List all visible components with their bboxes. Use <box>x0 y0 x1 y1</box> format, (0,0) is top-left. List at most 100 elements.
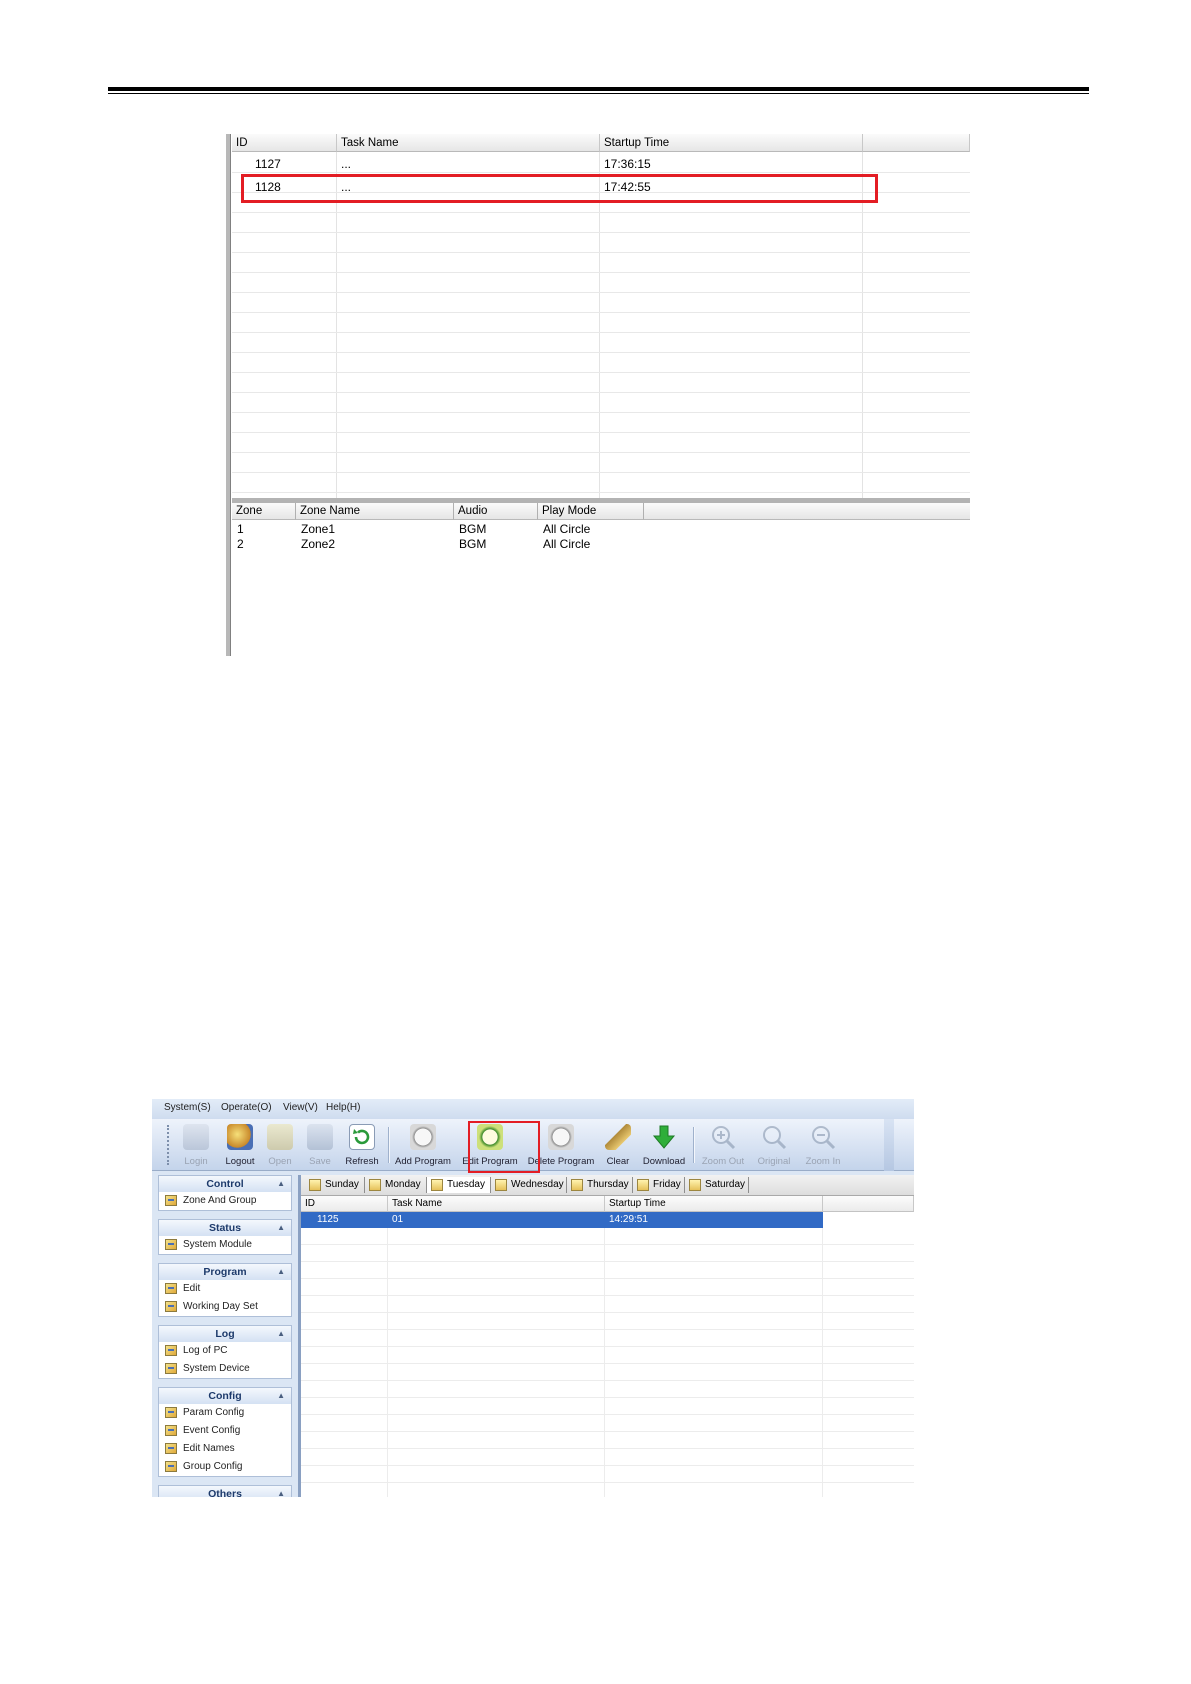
open-button[interactable]: Open <box>262 1121 298 1169</box>
item-icon <box>165 1407 177 1418</box>
menu-operate[interactable]: Operate(O) <box>221 1102 272 1113</box>
save-button[interactable]: Save <box>302 1121 338 1169</box>
column-header-audio[interactable]: Audio <box>454 503 538 520</box>
tab-friday[interactable]: Friday <box>633 1177 685 1193</box>
menu-system[interactable]: System(S) <box>164 1102 211 1113</box>
sidebar-group-title: Program <box>203 1266 247 1278</box>
sidebar-item-label: Group Config <box>183 1461 243 1472</box>
grid-row-line <box>232 332 970 333</box>
grid-row-line <box>301 1448 914 1449</box>
sidebar-group-header[interactable]: Config ▲ <box>159 1388 291 1404</box>
grid-row-line <box>232 312 970 313</box>
save-disk-icon <box>307 1124 333 1150</box>
sidebar-item-system-module[interactable]: System Module <box>159 1236 291 1254</box>
sidebar-item-edit-names[interactable]: Edit Names <box>159 1440 291 1458</box>
cell-play-mode: All Circle <box>543 522 591 536</box>
sidebar-item-label: System Module <box>183 1239 252 1250</box>
tab-tuesday[interactable]: Tuesday <box>427 1177 491 1193</box>
zoom-out-button[interactable]: Zoom Out <box>698 1121 748 1169</box>
toolbar-separator <box>388 1127 390 1163</box>
chevron-up-icon[interactable]: ▲ <box>277 1388 285 1404</box>
column-header-task-name[interactable]: Task Name <box>337 134 600 152</box>
download-button[interactable]: Download <box>640 1121 688 1169</box>
tab-monday[interactable]: Monday <box>365 1177 427 1193</box>
grid-row-line <box>301 1329 914 1330</box>
login-button[interactable]: Login <box>176 1121 216 1169</box>
sidebar-item-working-day-set[interactable]: Working Day Set <box>159 1298 291 1316</box>
cell-play-mode: All Circle <box>543 537 591 551</box>
calendar-icon <box>571 1179 583 1191</box>
chevron-up-icon[interactable]: ▲ <box>277 1220 285 1236</box>
sidebar-group-title: Log <box>215 1328 235 1340</box>
item-icon <box>165 1301 177 1312</box>
tab-sunday[interactable]: Sunday <box>305 1177 365 1193</box>
sidebar-item-system-device[interactable]: System Device <box>159 1360 291 1378</box>
chevron-up-icon[interactable]: ▲ <box>277 1264 285 1280</box>
tab-thursday[interactable]: Thursday <box>567 1177 633 1193</box>
calendar-icon <box>689 1179 701 1191</box>
sidebar-item-param-config[interactable]: Param Config <box>159 1404 291 1422</box>
column-header-startup-time[interactable]: Startup Time <box>605 1196 823 1212</box>
sidebar-item-label: Zone And Group <box>183 1195 257 1206</box>
sidebar-group-title: Status <box>208 1222 242 1234</box>
column-header-play-mode[interactable]: Play Mode <box>538 503 644 520</box>
day-tabs: Sunday Monday Tuesday Wednesday Thursday… <box>301 1175 914 1196</box>
refresh-button[interactable]: Refresh <box>341 1121 383 1169</box>
tab-wednesday[interactable]: Wednesday <box>491 1177 567 1193</box>
grid-row-line <box>301 1482 914 1483</box>
menu-help[interactable]: Help(H) <box>326 1102 360 1113</box>
clear-button[interactable]: Clear <box>600 1121 636 1169</box>
toolbar-grip[interactable] <box>167 1125 171 1165</box>
cell-zone-name: Zone1 <box>301 522 336 536</box>
tab-saturday[interactable]: Saturday <box>685 1177 749 1193</box>
column-header-id[interactable]: ID <box>301 1196 388 1212</box>
sidebar: Control ▲ Zone And Group Status ▲ System M… <box>156 1175 296 1497</box>
chevron-up-icon[interactable]: ▲ <box>277 1486 285 1497</box>
open-label: Open <box>268 1156 292 1167</box>
sidebar-item-label: Param Config <box>183 1407 245 1418</box>
delete-program-clock-icon <box>548 1124 574 1150</box>
sidebar-item-zone-and-group[interactable]: Zone And Group <box>159 1192 291 1210</box>
grid-column-line <box>387 1212 388 1497</box>
sidebar-item-log-of-pc[interactable]: Log of PC <box>159 1342 291 1360</box>
toolbar-overflow-button[interactable] <box>884 1119 894 1171</box>
cell-startup-time: 14:29:51 <box>609 1214 648 1225</box>
column-header-task-name[interactable]: Task Name <box>388 1196 605 1212</box>
sidebar-item-event-config[interactable]: Event Config <box>159 1422 291 1440</box>
grid-column-line <box>336 152 337 498</box>
column-header-id[interactable]: ID <box>232 134 337 152</box>
grid-row-line <box>232 432 970 433</box>
sidebar-item-label: Edit <box>183 1283 201 1294</box>
column-header-zone[interactable]: Zone <box>232 503 296 520</box>
add-program-label: Add Program <box>395 1156 451 1167</box>
logout-button[interactable]: Logout <box>220 1121 260 1169</box>
sidebar-item-group-config[interactable]: Group Config <box>159 1458 291 1476</box>
cell-task-name: ... <box>341 157 352 171</box>
chevron-up-icon[interactable]: ▲ <box>277 1176 285 1192</box>
sidebar-group-header[interactable]: Others ▲ <box>159 1486 291 1497</box>
menu-view[interactable]: View(V) <box>283 1102 318 1113</box>
sidebar-group-log: Log ▲ Log of PC System Device <box>158 1325 292 1379</box>
chevron-up-icon[interactable]: ▲ <box>277 1326 285 1342</box>
original-button[interactable]: Original <box>752 1121 796 1169</box>
sidebar-item-edit[interactable]: Edit <box>159 1280 291 1298</box>
sidebar-group-program: Program ▲ Edit Working Day Set <box>158 1263 292 1317</box>
column-header-startup-time[interactable]: Startup Time <box>600 134 863 152</box>
sidebar-group-header[interactable]: Program ▲ <box>159 1264 291 1280</box>
refresh-label: Refresh <box>345 1156 379 1167</box>
table-row-selected[interactable]: 1125 01 14:29:51 <box>301 1212 823 1228</box>
add-program-button[interactable]: Add Program <box>392 1121 454 1169</box>
sidebar-group-header[interactable]: Control ▲ <box>159 1176 291 1192</box>
open-folder-icon <box>267 1124 293 1150</box>
calendar-icon <box>637 1179 649 1191</box>
column-header-blank <box>863 134 970 152</box>
column-header-zone-name[interactable]: Zone Name <box>296 503 454 520</box>
logout-icon <box>227 1124 253 1150</box>
zoom-in-button[interactable]: Zoom In <box>800 1121 846 1169</box>
sidebar-group-header[interactable]: Status ▲ <box>159 1220 291 1236</box>
login-label: Login <box>184 1156 208 1167</box>
sidebar-group-others: Others ▲ <box>158 1485 292 1497</box>
menu-bar: System(S) Operate(O) View(V) Help(H) <box>152 1099 914 1119</box>
sidebar-group-header[interactable]: Log ▲ <box>159 1326 291 1342</box>
grid-row-line <box>232 392 970 393</box>
